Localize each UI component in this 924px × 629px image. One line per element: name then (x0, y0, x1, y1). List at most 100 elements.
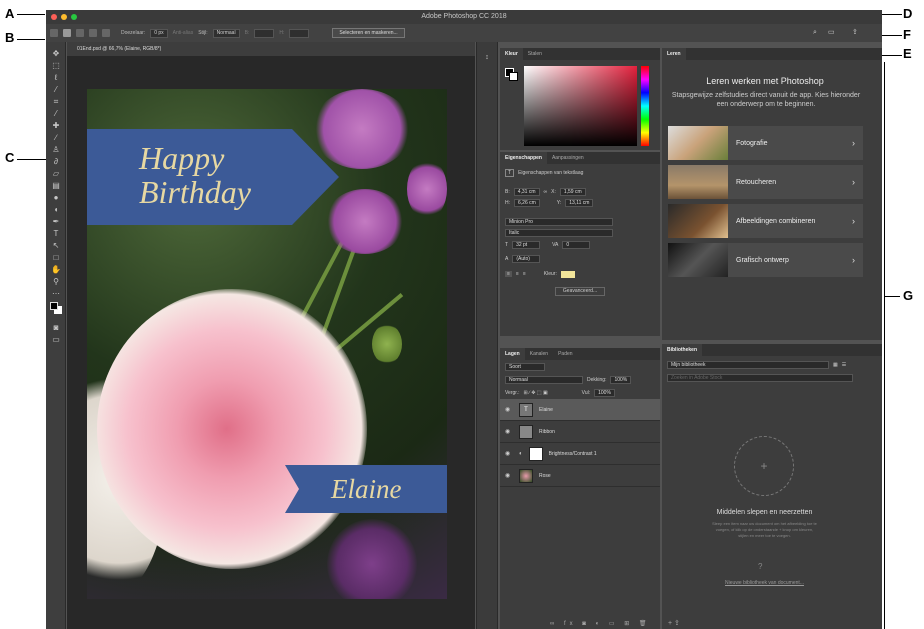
tracking-field[interactable]: 0 (562, 241, 591, 249)
fill-field[interactable]: 100% (594, 388, 615, 397)
quick-select-tool-icon[interactable]: ⁄ (46, 84, 66, 96)
anti-alias-checkbox[interactable]: Anti-alias (173, 30, 194, 36)
style-select[interactable]: Normaal (212, 28, 240, 38)
tab-properties[interactable]: Eigenschappen (500, 152, 547, 164)
layer-row[interactable]: ◉ Ribbon (500, 421, 660, 443)
path-selection-tool-icon[interactable]: ↖ (46, 240, 66, 252)
blend-mode-select[interactable]: Normaal (505, 375, 583, 384)
subtract-selection-icon[interactable] (89, 29, 97, 37)
marquee-preset-icon[interactable] (50, 29, 58, 37)
tab-adjustments[interactable]: Aanpassingen (547, 152, 589, 164)
name-ribbon[interactable]: Elaine (285, 465, 447, 513)
history-panel-icon[interactable]: ↕ (477, 54, 497, 61)
select-and-mask-button[interactable]: Selecteren en maskeren... (332, 28, 405, 38)
link-icon[interactable]: ∞ (544, 189, 548, 195)
list-view-icon[interactable]: ☰ (842, 362, 846, 368)
workspace-switcher-icon[interactable]: ▭ (828, 29, 836, 37)
leading-field[interactable]: (Auto) (512, 255, 541, 263)
layer-filter-select[interactable]: Soort (505, 362, 545, 371)
crop-tool-icon[interactable]: ⌗ (46, 96, 66, 108)
hand-tool-icon[interactable]: ✋ (46, 264, 66, 276)
libraries-footer-icons[interactable]: + ⇪ (668, 619, 680, 627)
font-style-select[interactable]: Italic (505, 228, 613, 237)
marquee-tool-icon[interactable]: ⬚ (46, 60, 66, 72)
flower-bud (372, 324, 402, 364)
gradient-tool-icon[interactable]: ▤ (46, 180, 66, 192)
advanced-button[interactable]: Geavanceerd... (555, 287, 605, 296)
text-color-swatch[interactable] (560, 270, 575, 278)
happy-birthday-ribbon[interactable]: Happy Birthday (87, 129, 339, 225)
feather-input[interactable]: 0 px (150, 28, 168, 38)
zoom-tool-icon[interactable]: ⚲ (46, 276, 66, 288)
more-tools-icon[interactable]: ⋯ (46, 288, 66, 300)
tab-layers[interactable]: Lagen (500, 348, 525, 360)
width-input[interactable] (254, 28, 275, 38)
height-field[interactable]: 6,26 cm (514, 198, 540, 207)
hue-slider[interactable] (641, 66, 649, 146)
help-icon[interactable]: ? (758, 562, 762, 571)
visibility-eye-icon[interactable]: ◉ (505, 472, 513, 479)
new-library-from-document-link[interactable]: Nieuwe bibliotheek van document... (662, 580, 867, 586)
intersect-selection-icon[interactable] (102, 29, 110, 37)
share-icon[interactable]: ⇪ (852, 29, 860, 37)
color-swatch-bg[interactable] (509, 72, 518, 81)
visibility-eye-icon[interactable]: ◉ (505, 406, 513, 413)
type-tool-icon[interactable]: T (46, 228, 66, 240)
learn-item-graphic-design[interactable]: Grafisch ontwerp › (668, 243, 863, 277)
font-family-select[interactable]: Minion Pro (505, 217, 613, 226)
layer-row[interactable]: ◉ ◐ Brightness/Contrast 1 (500, 443, 660, 465)
visibility-eye-icon[interactable]: ◉ (505, 428, 513, 435)
x-field[interactable]: 1,59 cm (559, 187, 586, 196)
grid-view-icon[interactable]: ▦ (833, 362, 838, 368)
align-right-icon[interactable]: ≡ (523, 271, 526, 277)
eraser-tool-icon[interactable]: ▱ (46, 168, 66, 180)
birthday-card-canvas[interactable]: Happy Birthday Elaine (87, 89, 447, 599)
new-selection-icon[interactable] (63, 29, 71, 37)
tab-channels[interactable]: Kanalen (525, 348, 553, 360)
height-input[interactable] (289, 28, 310, 38)
lasso-tool-icon[interactable]: ℓ (46, 72, 66, 84)
width-field[interactable]: 4,31 cm (513, 187, 540, 196)
healing-brush-tool-icon[interactable]: ✚ (46, 120, 66, 132)
layers-footer-icons[interactable]: ∞ fx ◙ ◐ ▭ ⊞ 🗑 (550, 620, 651, 627)
add-selection-icon[interactable] (76, 29, 84, 37)
learn-item-combining[interactable]: Afbeeldingen combineren › (668, 204, 863, 238)
stock-search-input[interactable]: Zoeken in Adobe Stock (667, 374, 853, 382)
color-swatches[interactable] (46, 300, 65, 322)
document-tab[interactable]: 01End.psd @ 66,7% (Elaine, RGB/8*) (67, 42, 475, 56)
clone-stamp-tool-icon[interactable]: ♙ (46, 144, 66, 156)
y-field[interactable]: 13,11 cm (565, 198, 594, 207)
pen-tool-icon[interactable]: ✒ (46, 216, 66, 228)
zoom-window-button[interactable] (71, 14, 77, 20)
close-window-button[interactable] (51, 14, 57, 20)
color-field[interactable] (524, 66, 637, 146)
learn-item-retouching[interactable]: Retoucheren › (668, 165, 863, 199)
dodge-tool-icon[interactable]: ◖ (46, 204, 66, 216)
layer-row[interactable]: ◉ T Elaine (500, 399, 660, 421)
eyedropper-tool-icon[interactable]: ⁄ (46, 108, 66, 120)
history-brush-tool-icon[interactable]: ∂ (46, 156, 66, 168)
blur-tool-icon[interactable]: ● (46, 192, 66, 204)
tab-swatches[interactable]: Stalen (523, 48, 547, 60)
screen-mode-icon[interactable]: ▭ (46, 334, 66, 346)
search-icon[interactable]: ⌕ (813, 29, 821, 37)
tab-paths[interactable]: Paden (553, 348, 577, 360)
libraries-panel: Bibliotheken Mijn bibliotheek ▦ ☰ Zoeken… (662, 344, 882, 629)
align-center-icon[interactable]: ≡ (516, 271, 519, 277)
layer-row[interactable]: ◉ Rose (500, 465, 660, 487)
tab-color[interactable]: Kleur (500, 48, 523, 60)
tab-learn[interactable]: Leren (662, 48, 686, 60)
learn-item-photography[interactable]: Fotografie › (668, 126, 863, 160)
opacity-field[interactable]: 100% (610, 375, 632, 384)
minimize-window-button[interactable] (61, 14, 67, 20)
align-left-icon[interactable]: ≡ (505, 271, 512, 277)
move-tool-icon[interactable]: ✥ (46, 48, 66, 60)
font-size-field[interactable]: 32 pt (512, 241, 541, 249)
quick-mask-icon[interactable]: ◙ (46, 322, 66, 334)
lock-icons[interactable]: ⊞ ∕ ✥ ⬚ ▣ (523, 390, 547, 396)
brush-tool-icon[interactable]: ∕ (46, 132, 66, 144)
library-select[interactable]: Mijn bibliotheek (667, 361, 829, 369)
tab-libraries[interactable]: Bibliotheken (662, 344, 703, 356)
rectangle-tool-icon[interactable]: □ (46, 252, 66, 264)
visibility-eye-icon[interactable]: ◉ (505, 450, 513, 457)
